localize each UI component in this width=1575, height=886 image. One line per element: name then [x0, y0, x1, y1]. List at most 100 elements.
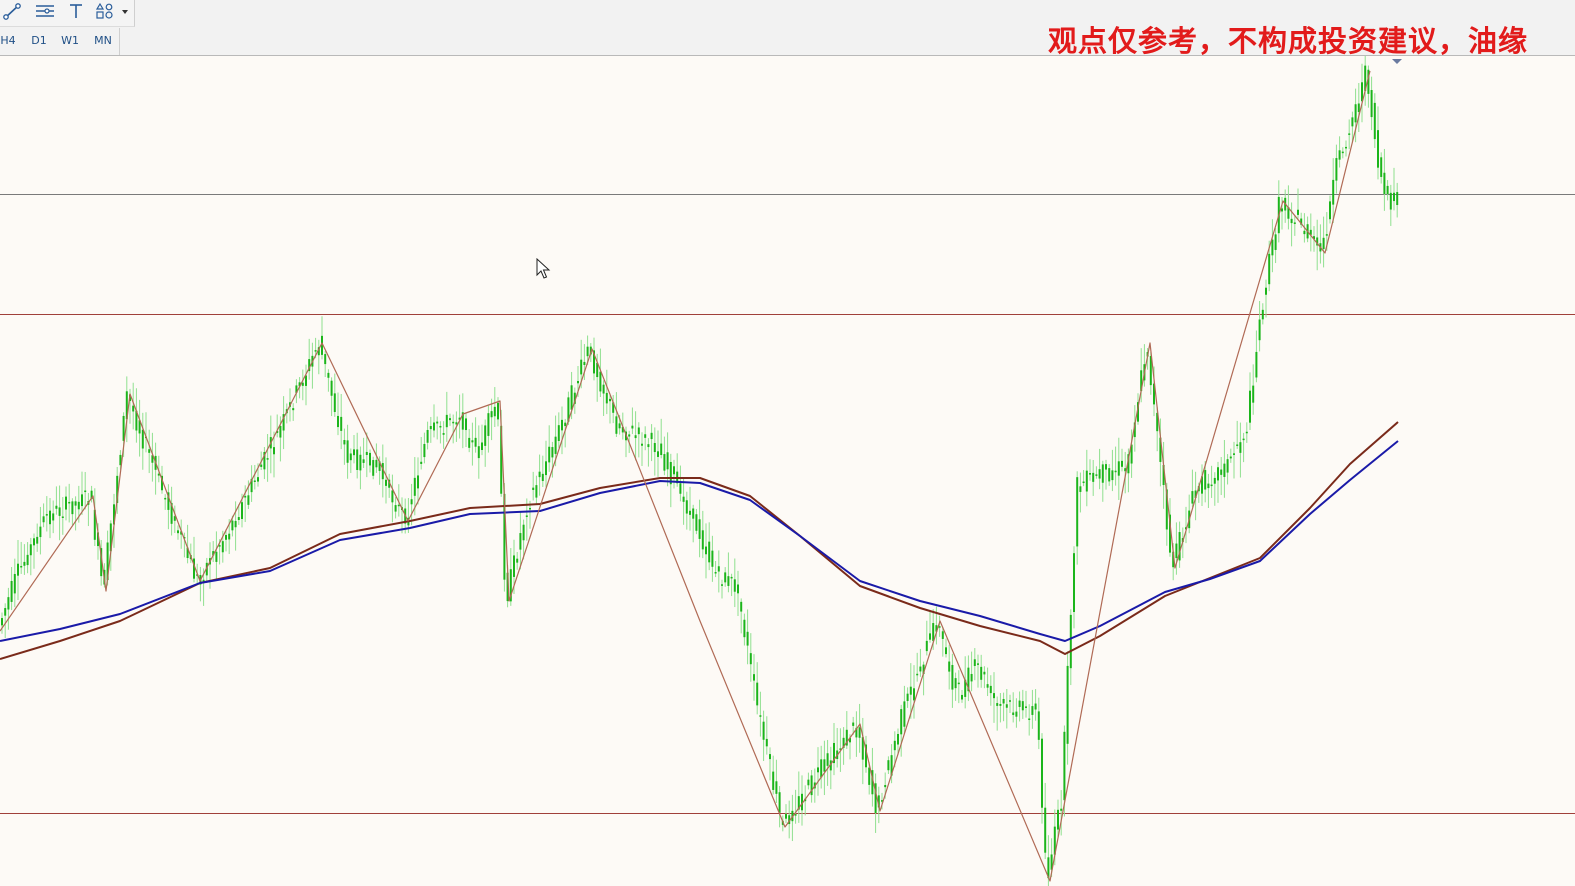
candle-body	[55, 505, 58, 509]
candle-body	[356, 449, 359, 470]
moving-average-fast[interactable]	[0, 440, 1399, 642]
candle-body	[52, 513, 55, 521]
candle-body	[557, 425, 560, 442]
candle-body	[45, 514, 48, 516]
candle-body	[996, 703, 999, 706]
candle-body	[717, 566, 720, 572]
candle-body	[1089, 473, 1091, 475]
candle-body	[1005, 704, 1008, 708]
candle-body	[673, 466, 675, 475]
candle-body	[84, 490, 87, 493]
candle-body	[1290, 218, 1293, 224]
candle-body	[1079, 486, 1082, 492]
channel-lines-icon[interactable]	[33, 1, 57, 23]
candle-body	[266, 458, 269, 460]
moving-average-slow[interactable]	[0, 421, 1399, 660]
candle-body	[359, 454, 362, 471]
candle-body	[1082, 481, 1085, 484]
candle-body	[730, 576, 733, 579]
candle-body	[1210, 484, 1213, 487]
candle-body	[23, 561, 26, 566]
candle-body	[391, 490, 394, 503]
candle-body	[1383, 172, 1386, 195]
candle-body	[1108, 468, 1111, 482]
candle-body	[477, 446, 480, 459]
candle-body	[663, 454, 666, 471]
disclaimer-text: 观点仅参考，不构成投资建议，油缘	[1048, 24, 1529, 58]
candle-body	[314, 350, 317, 352]
candle-body	[1031, 706, 1034, 715]
candle-body	[778, 792, 781, 813]
candle-body	[583, 361, 586, 365]
candle-body	[1380, 157, 1383, 177]
candle-body	[657, 451, 659, 457]
candle-body	[548, 446, 551, 463]
timeframe-w1[interactable]: W1	[59, 32, 81, 50]
candle-body	[957, 682, 960, 685]
candle-body	[413, 477, 416, 496]
candle-body	[33, 538, 35, 546]
candle-body	[916, 673, 919, 676]
candle-body	[1396, 192, 1399, 206]
moving-averages-layer	[0, 421, 1399, 660]
text-t-icon[interactable]	[64, 1, 88, 23]
candle-body	[65, 496, 67, 510]
candle-body	[733, 579, 736, 592]
candle-body	[826, 753, 829, 766]
timeframe-h4[interactable]: H4	[0, 32, 16, 50]
candle-body	[769, 754, 771, 760]
candle-body	[765, 738, 768, 747]
candle-body	[234, 520, 237, 528]
candle-body	[385, 479, 387, 486]
candle-body	[1249, 390, 1251, 423]
candle-body	[1242, 438, 1245, 441]
candle-body	[442, 433, 445, 435]
candle-body	[1009, 700, 1011, 702]
candle-body	[1239, 442, 1242, 453]
candle-body	[628, 434, 631, 437]
timeframe-mn[interactable]: MN	[90, 32, 116, 50]
candle-body	[490, 411, 493, 418]
candle-body	[1018, 700, 1021, 707]
candle-body	[215, 551, 218, 562]
candle-body	[1338, 150, 1341, 160]
candle-body	[1175, 543, 1178, 559]
zigzag-indicator[interactable]	[0, 70, 1371, 882]
candle-body	[1261, 309, 1264, 320]
candle-body	[244, 495, 247, 498]
chart-shift-marker-icon[interactable]	[1392, 59, 1402, 64]
candle-body	[429, 426, 432, 430]
candle-body	[698, 519, 701, 539]
candle-body	[1060, 808, 1063, 811]
candle-body	[257, 477, 259, 482]
candle-body	[29, 544, 32, 556]
candle-body	[1028, 718, 1031, 721]
candle-body	[330, 380, 333, 396]
candle-body	[705, 546, 707, 555]
timeframe-d1[interactable]: D1	[28, 32, 50, 50]
candle-body	[580, 359, 583, 375]
trendline-icon[interactable]	[1, 1, 25, 23]
candle-body	[1293, 222, 1296, 224]
candle-body	[727, 576, 730, 586]
candle-body	[695, 514, 698, 531]
candle-body	[1223, 463, 1226, 477]
candle-body	[602, 384, 605, 394]
candle-body	[333, 393, 336, 412]
candle-body	[545, 461, 547, 476]
candle-body	[753, 674, 755, 681]
candle-body	[353, 449, 355, 456]
candle-body	[525, 515, 528, 517]
shapes-icon[interactable]	[94, 1, 132, 23]
candle-body	[522, 524, 525, 541]
candle-body	[394, 505, 397, 512]
price-chart[interactable]	[0, 56, 1575, 886]
candle-body	[493, 406, 496, 417]
candle-body	[4, 608, 7, 616]
candle-body	[1073, 553, 1075, 612]
candle-body	[1220, 469, 1223, 475]
candle-body	[1370, 90, 1373, 118]
candle-body	[631, 425, 634, 429]
candle-body	[1204, 470, 1207, 490]
candle-body	[17, 563, 19, 576]
